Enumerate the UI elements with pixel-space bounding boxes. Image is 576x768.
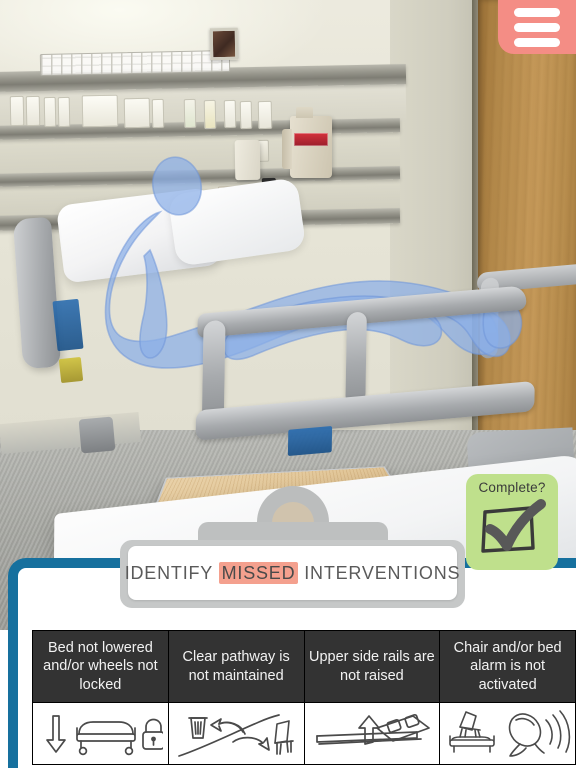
title-part-after: INTERVENTIONS [304,562,461,583]
hamburger-bar-2 [514,22,560,32]
cell-icon-side-rails[interactable] [303,702,441,765]
column-header-side-rails: Upper side rails are not raised [303,630,441,703]
checkbox-checked-icon [481,499,546,553]
page-title: IDENTIFY MISSED INTERVENTIONS [124,561,461,584]
title-part-highlight: MISSED [218,561,299,584]
column-header-clear-pathway: Clear pathway is not maintained [167,630,305,703]
table-header-row: Bed not lowered and/or wheels not locked… [32,630,576,703]
bed-lower-lock-icon [46,714,164,755]
missed-interventions-table: Bed not lowered and/or wheels not locked… [32,630,576,765]
table-icon-row [32,702,576,765]
side-rail-raise-icon [316,713,430,745]
cell-icon-bed-alarm[interactable] [439,702,576,765]
column-header-bed-alarm: Chair and/or bed alarm is not activated [439,630,576,703]
title-part-before: IDENTIFY [124,562,213,583]
complete-label: Complete? [478,480,546,495]
side-rail-label [287,426,333,456]
complete-badge[interactable]: Complete? [466,474,558,570]
app-root: Complete? Bed not lowered and/or wheels … [0,0,576,768]
hamburger-bar-3 [514,37,560,47]
clear-pathway-icon [178,713,294,757]
hamburger-bar-1 [514,7,560,17]
column-header-bed-not-lowered: Bed not lowered and/or wheels not locked [32,630,169,703]
cell-icon-clear-pathway[interactable] [167,702,305,765]
alarm-not-activated-icon [449,709,571,757]
banner-inner-plate: IDENTIFY MISSED INTERVENTIONS [125,546,460,600]
title-banner: IDENTIFY MISSED INTERVENTIONS [120,484,465,608]
hamburger-menu-button[interactable] [498,0,576,54]
cell-icon-bed-lower-lock[interactable] [32,702,169,765]
